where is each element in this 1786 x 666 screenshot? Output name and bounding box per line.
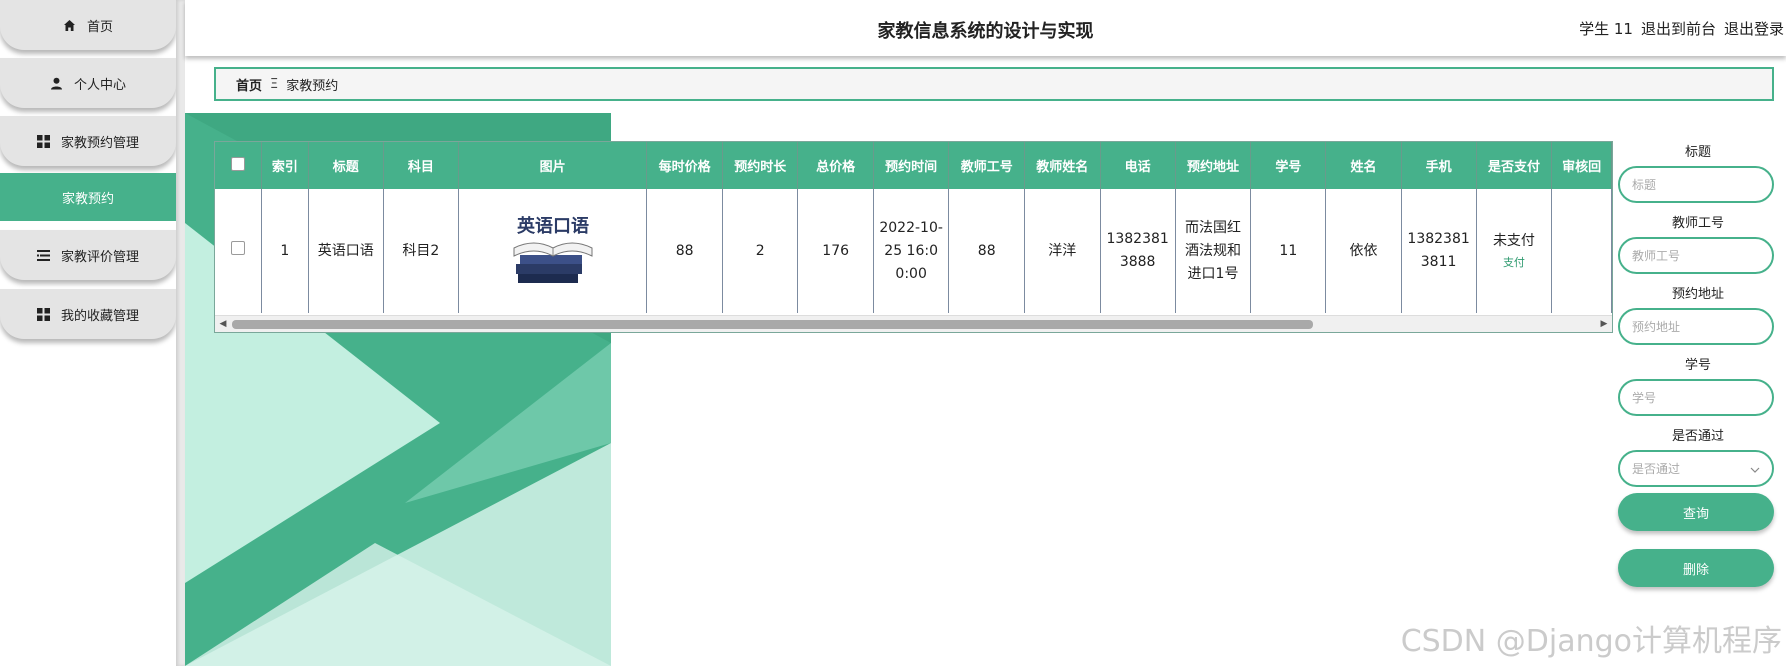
booking-table: 索引 标题 科目 图片 每时价格 预约时长 总价格 预约时间 教师工号 教师姓名… <box>214 141 1613 333</box>
current-user: 学生 11 <box>1579 20 1633 38</box>
cell-student-no: 11 <box>1250 189 1327 313</box>
cell-mobile: 13823813811 <box>1401 189 1477 313</box>
header-user-area: 学生 11 退出到前台 退出登录 <box>1579 18 1784 39</box>
pass-label: 是否通过 <box>1671 429 1724 444</box>
column-header: 预约时间 <box>873 142 950 189</box>
column-header: 学号 <box>1250 142 1327 189</box>
cell-teacher-name: 洋洋 <box>1024 189 1101 313</box>
home-icon <box>63 18 77 32</box>
sidebar-item-evaluation-management[interactable]: 家教评价管理 <box>0 230 176 280</box>
column-header: 总价格 <box>797 142 874 189</box>
student-no-label: 学号 <box>1684 358 1711 373</box>
grid-icon <box>37 307 51 321</box>
cell-teacher-no: 88 <box>948 189 1025 313</box>
cell-address: 而法国红酒法规和进口1号 <box>1175 189 1252 313</box>
query-button[interactable]: 查询 <box>1618 493 1774 531</box>
cell-image: 英语口语 <box>458 189 648 313</box>
sidebar-item-label: 我的收藏管理 <box>60 308 139 324</box>
sidebar-item-booking-management[interactable]: 家教预约管理 <box>0 116 176 166</box>
page-title: 家教信息系统的设计与实现 <box>877 21 1094 42</box>
cell-total: 176 <box>797 189 874 313</box>
sidebar: 首页 个人中心 家教预约管理 家教预约 家教评价管理 我的收藏管理 <box>0 0 176 666</box>
column-header: 姓名 <box>1325 142 1402 189</box>
sidebar-item-label: 家教预约管理 <box>60 135 139 151</box>
csdn-watermark: CSDN @Django计算机程序 <box>1400 624 1782 659</box>
cell-duration: 2 <box>722 189 799 313</box>
image-caption: 英语口语 <box>516 215 589 237</box>
sidebar-item-label: 家教评价管理 <box>60 249 139 265</box>
cell-phone: 13823813888 <box>1100 189 1176 313</box>
column-header: 图片 <box>458 142 648 189</box>
sidebar-item-personal-center[interactable]: 个人中心 <box>0 58 176 108</box>
cell-name: 依依 <box>1325 189 1402 313</box>
column-header: 手机 <box>1401 142 1477 189</box>
sidebar-item-favorites-management[interactable]: 我的收藏管理 <box>0 289 176 339</box>
column-header: 索引 <box>261 142 309 189</box>
breadcrumb: 首页 Ξ 家教预约 <box>214 67 1774 101</box>
sidebar-item-label: 首页 <box>86 19 113 35</box>
column-header: 电话 <box>1100 142 1176 189</box>
top-header: 家教信息系统的设计与实现 学生 11 退出到前台 退出登录 <box>185 0 1786 56</box>
cell-review <box>1551 189 1612 313</box>
title-label: 标题 <box>1684 145 1711 160</box>
column-header: 审核回 <box>1551 142 1612 189</box>
column-header: 科目 <box>383 142 459 189</box>
sidebar-item-booking[interactable]: 家教预约 <box>0 173 176 221</box>
row-checkbox[interactable] <box>231 240 246 255</box>
address-label: 预约地址 <box>1671 287 1724 302</box>
column-header: 预约地址 <box>1175 142 1252 189</box>
column-header: 每时价格 <box>646 142 723 189</box>
chevron-down-icon <box>1750 462 1760 476</box>
scroll-right-icon[interactable]: ▶ <box>1599 319 1609 329</box>
horizontal-scrollbar[interactable]: ◀ ▶ <box>215 315 1612 332</box>
address-input[interactable] <box>1618 308 1774 345</box>
select-all-header[interactable] <box>215 142 263 189</box>
table-header-row: 索引 标题 科目 图片 每时价格 预约时长 总价格 预约时间 教师工号 教师姓名… <box>215 142 1612 189</box>
cell-time: 2022-10-25 16:00:00 <box>873 189 950 313</box>
book-image: 英语口语 <box>513 215 593 283</box>
table-row[interactable]: 1 英语口语 科目2 英语口语 88 2 176 2022-10-25 16:0… <box>215 189 1612 313</box>
column-header: 标题 <box>308 142 384 189</box>
pass-select[interactable]: 是否通过 <box>1618 450 1774 487</box>
student-no-input[interactable] <box>1618 379 1774 416</box>
breadcrumb-home[interactable]: 首页 <box>236 75 262 94</box>
logout-link[interactable]: 退出登录 <box>1724 18 1784 39</box>
title-search-input[interactable] <box>1618 166 1774 203</box>
sidebar-item-home[interactable]: 首页 <box>0 0 176 50</box>
column-header: 是否支付 <box>1476 142 1553 189</box>
column-header: 预约时长 <box>722 142 799 189</box>
sidebar-item-label: 家教预约 <box>61 191 114 207</box>
teacher-no-input[interactable] <box>1618 237 1774 274</box>
data-table: 索引 标题 科目 图片 每时价格 预约时长 总价格 预约时间 教师工号 教师姓名… <box>215 142 1612 313</box>
sidebar-item-label: 个人中心 <box>73 77 126 93</box>
cell-index: 1 <box>261 189 309 313</box>
user-icon <box>50 76 64 90</box>
list-icon <box>37 248 51 262</box>
column-header: 教师姓名 <box>1024 142 1101 189</box>
row-select-cell[interactable] <box>215 189 263 313</box>
pay-link[interactable]: 支付 <box>1481 253 1548 273</box>
scroll-thumb[interactable] <box>232 320 1313 329</box>
select-all-checkbox[interactable] <box>231 156 246 171</box>
cell-paid: 未支付 支付 <box>1476 189 1553 313</box>
pass-select-placeholder: 是否通过 <box>1632 462 1681 476</box>
breadcrumb-separator: Ξ <box>270 76 279 92</box>
delete-button[interactable]: 删除 <box>1618 549 1774 587</box>
exit-to-front-link[interactable]: 退出到前台 <box>1641 18 1716 39</box>
scroll-left-icon[interactable]: ◀ <box>218 319 228 329</box>
search-panel: 标题 教师工号 预约地址 学号 是否通过 是否通过 查询 删除 <box>1618 144 1778 587</box>
paid-status: 未支付 <box>1492 232 1535 249</box>
sidebar-divider <box>176 0 185 666</box>
cell-price-per-hour: 88 <box>646 189 723 313</box>
breadcrumb-current: 家教预约 <box>286 78 339 94</box>
cell-subject: 科目2 <box>383 189 459 313</box>
grid-icon <box>37 134 51 148</box>
column-header: 教师工号 <box>948 142 1025 189</box>
teacher-no-label: 教师工号 <box>1671 216 1724 231</box>
cell-title: 英语口语 <box>308 189 384 313</box>
